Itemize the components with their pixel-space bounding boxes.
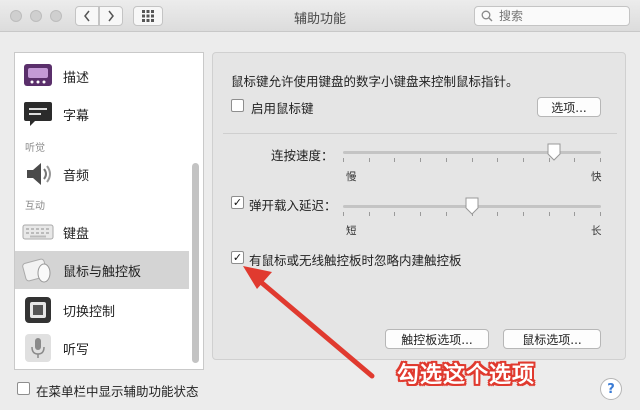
enable-mouse-keys-label: 启用鼠标键 — [251, 101, 314, 116]
ignore-builtin-trackpad-label: 有鼠标或无线触控板时忽略内建触控板 — [249, 253, 462, 268]
show-in-menubar-checkbox[interactable] — [17, 382, 30, 395]
slider-tick — [523, 212, 524, 216]
slider-knob[interactable] — [546, 143, 562, 161]
slider-knob[interactable] — [464, 197, 480, 215]
keyboard-icon — [21, 215, 55, 249]
spring-loading-delay-slider[interactable] — [343, 197, 601, 216]
microphone-icon — [21, 331, 55, 365]
settings-panel: 鼠标键允许使用键盘的数字小键盘来控制鼠标指针。 启用鼠标键 选项... 连按速度… — [212, 52, 626, 360]
slider-tick — [420, 212, 421, 216]
sidebar-item-label: 听写 — [63, 342, 90, 358]
captions-icon — [21, 97, 55, 131]
slider-tick — [369, 212, 370, 216]
sidebar-item-switch-control[interactable]: 切换控制 — [15, 291, 189, 329]
sidebar-item-label: 切换控制 — [63, 304, 116, 320]
slider-tick — [343, 158, 344, 162]
sidebar: 描述 字幕 听觉 音频 互动 键盘 鼠标与触控板 切换控制 听写 — [14, 52, 204, 370]
slider-tick — [343, 212, 344, 216]
sidebar-item-label: 描述 — [63, 70, 90, 86]
sidebar-item-description[interactable]: 描述 — [15, 57, 189, 95]
slider-tick — [523, 158, 524, 162]
section-header-interaction: 互动 — [25, 201, 45, 212]
section-header-hearing: 听觉 — [25, 143, 45, 154]
slider-tick — [394, 158, 395, 162]
sidebar-scrollbar[interactable] — [192, 163, 199, 363]
enable-mouse-keys-checkbox[interactable] — [231, 99, 244, 112]
mouse-options-button[interactable]: 鼠标选项... — [503, 329, 601, 349]
search-field[interactable] — [474, 6, 630, 26]
double-click-speed-label: 连按速度： — [271, 148, 334, 163]
speed-min-label: 慢 — [346, 171, 357, 183]
sidebar-item-label: 鼠标与触控板 — [63, 264, 142, 280]
slider-tick — [369, 158, 370, 162]
divider — [223, 133, 617, 134]
slider-tick — [497, 158, 498, 162]
slider-tick — [574, 158, 575, 162]
sidebar-item-label: 键盘 — [63, 226, 90, 242]
slider-tick — [600, 158, 601, 162]
spring-loading-label: 弹开载入延迟： — [249, 198, 337, 213]
mouse-keys-description: 鼠标键允许使用键盘的数字小键盘来控制鼠标指针。 — [231, 74, 519, 89]
slider-track — [343, 151, 601, 154]
options-button[interactable]: 选项... — [537, 97, 601, 117]
description-icon — [21, 59, 55, 93]
ignore-builtin-trackpad-checkbox[interactable]: ✓ — [231, 251, 244, 264]
switch-control-icon — [21, 293, 55, 327]
slider-tick — [394, 212, 395, 216]
sidebar-item-label: 音频 — [63, 168, 90, 184]
show-in-menubar-label: 在菜单栏中显示辅助功能状态 — [36, 384, 199, 399]
sidebar-item-audio[interactable]: 音频 — [15, 155, 189, 193]
slider-tick — [549, 212, 550, 216]
slider-tick — [600, 212, 601, 216]
slider-tick — [497, 212, 498, 216]
title-bar: 辅助功能 — [0, 0, 640, 32]
speaker-icon — [21, 157, 55, 191]
delay-max-label: 长 — [591, 225, 602, 237]
sidebar-item-captions[interactable]: 字幕 — [15, 95, 189, 133]
sidebar-item-mouse-trackpad[interactable]: 鼠标与触控板 — [15, 251, 189, 289]
trackpad-options-button[interactable]: 触控板选项... — [385, 329, 489, 349]
help-button[interactable]: ? — [600, 378, 622, 400]
slider-ticks — [343, 158, 601, 162]
sidebar-item-keyboard[interactable]: 键盘 — [15, 213, 189, 251]
spring-loading-checkbox[interactable]: ✓ — [231, 196, 244, 209]
sidebar-item-label: 字幕 — [63, 108, 90, 124]
delay-min-label: 短 — [346, 225, 357, 237]
sidebar-item-dictation[interactable]: 听写 — [15, 329, 189, 367]
slider-tick — [446, 212, 447, 216]
speed-max-label: 快 — [591, 171, 602, 183]
slider-tick — [420, 158, 421, 162]
slider-tick — [574, 212, 575, 216]
search-icon — [481, 10, 493, 22]
search-input[interactable] — [499, 9, 619, 23]
mouse-trackpad-icon — [21, 253, 55, 287]
slider-tick — [472, 158, 473, 162]
slider-tick — [446, 158, 447, 162]
annotation-label: 勾选这个选项 — [397, 363, 536, 388]
double-click-speed-slider[interactable] — [343, 143, 601, 162]
